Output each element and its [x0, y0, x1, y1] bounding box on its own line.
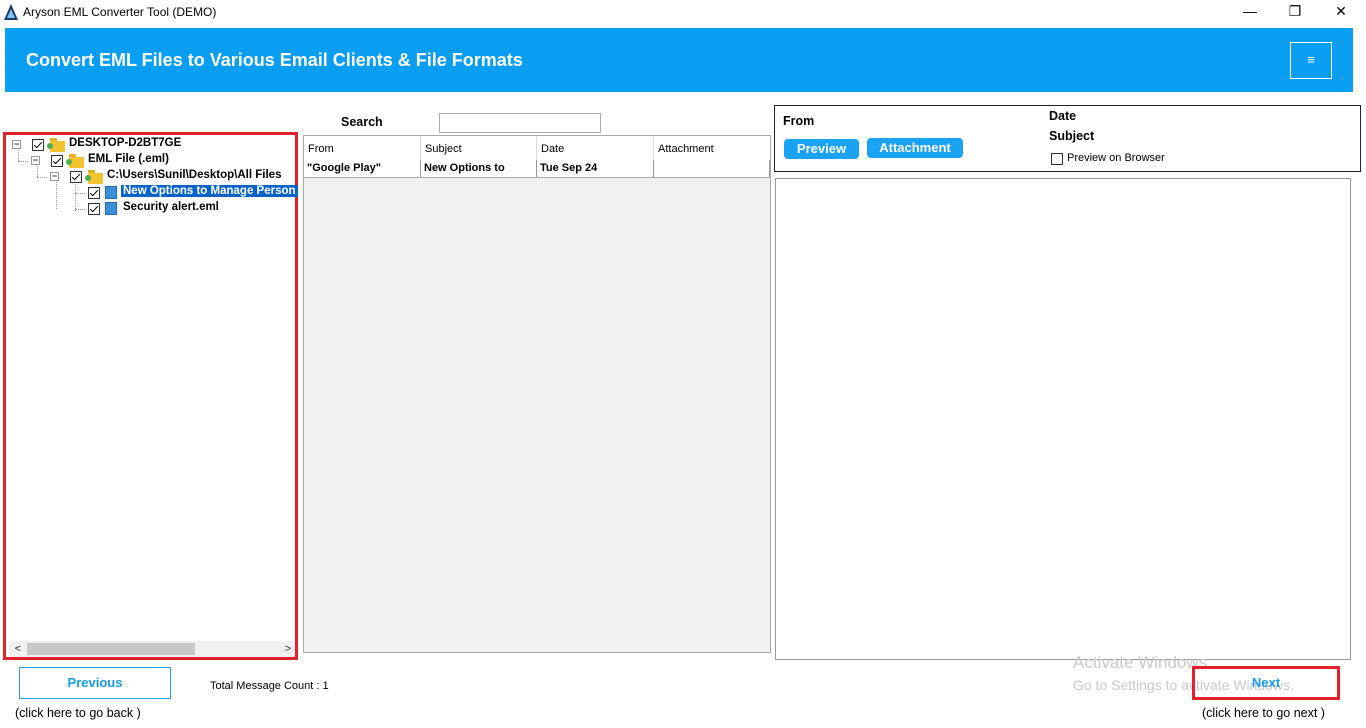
tree-checkbox[interactable]: [88, 203, 100, 215]
back-hint: (click here to go back ): [15, 706, 141, 720]
cell-from: "Google Play": [304, 160, 421, 177]
search-label: Search: [341, 115, 383, 129]
message-preview-pane[interactable]: [775, 178, 1351, 660]
preview-on-browser-label: Preview on Browser: [1067, 152, 1165, 164]
column-header-subject[interactable]: Subject: [421, 136, 537, 160]
cell-subject: New Options to: [421, 160, 537, 177]
cell-attachment: [654, 160, 770, 177]
tree-node-label: DESKTOP-D2BT7GE: [69, 137, 182, 149]
collapse-icon[interactable]: −: [50, 172, 59, 181]
preview-on-browser-checkbox[interactable]: [1051, 153, 1063, 165]
email-file-icon: [105, 202, 117, 215]
from-label: From: [783, 114, 815, 128]
close-button[interactable]: ✕: [1318, 0, 1364, 24]
scroll-left-icon[interactable]: <: [11, 642, 25, 656]
folder-tree-panel[interactable]: − DESKTOP-D2BT7GE − EML File (.eml) − C:…: [3, 132, 298, 660]
activation-watermark-title: Activate Windows: [1073, 653, 1208, 672]
title-bar: Aryson EML Converter Tool (DEMO) — ❐ ✕: [0, 0, 1366, 26]
next-button[interactable]: Next: [1192, 666, 1340, 700]
search-input[interactable]: [439, 113, 601, 133]
tree-checkbox[interactable]: [88, 187, 100, 199]
menu-button[interactable]: ≡: [1290, 42, 1332, 79]
message-list[interactable]: From Subject Date Attachment "Google Pla…: [303, 135, 771, 653]
tree-node-label: New Options to Manage Person: [121, 185, 298, 197]
app-logo-icon: [4, 4, 18, 20]
subject-label: Subject: [1049, 129, 1095, 143]
minimize-button[interactable]: —: [1227, 0, 1273, 24]
total-message-count: Total Message Count : 1: [210, 680, 329, 692]
folder-icon: [85, 170, 103, 184]
collapse-icon[interactable]: −: [31, 156, 40, 165]
hamburger-icon: ≡: [1307, 52, 1315, 67]
tree-checkbox[interactable]: [51, 155, 63, 167]
tree-checkbox[interactable]: [70, 171, 82, 183]
window-title: Aryson EML Converter Tool (DEMO): [23, 5, 217, 19]
cell-date: Tue Sep 24: [537, 160, 654, 177]
email-file-icon: [105, 186, 117, 199]
collapse-icon[interactable]: −: [12, 140, 21, 149]
scroll-right-icon[interactable]: >: [281, 642, 295, 656]
tree-node-label: Security alert.eml: [123, 201, 219, 213]
list-header: From Subject Date Attachment: [304, 136, 770, 161]
tree-node-label: C:\Users\Sunil\Desktop\All Files: [107, 169, 282, 181]
column-header-date[interactable]: Date: [537, 136, 654, 160]
column-header-attachment[interactable]: Attachment: [654, 136, 770, 160]
column-header-from[interactable]: From: [304, 136, 421, 160]
preview-button[interactable]: Preview: [784, 139, 859, 159]
table-row[interactable]: "Google Play" New Options to Tue Sep 24: [304, 160, 770, 178]
folder-icon: [47, 138, 65, 152]
tree-node-label: EML File (.eml): [88, 153, 169, 165]
scroll-thumb[interactable]: [27, 643, 195, 655]
banner-title: Convert EML Files to Various Email Clien…: [26, 50, 523, 70]
date-label: Date: [1049, 109, 1077, 123]
next-hint: (click here to go next ): [1202, 706, 1325, 720]
folder-icon: [66, 154, 84, 168]
attachment-button[interactable]: Attachment: [867, 138, 963, 158]
restore-button[interactable]: ❐: [1272, 0, 1318, 24]
header-banner: Convert EML Files to Various Email Clien…: [5, 28, 1353, 92]
horizontal-scrollbar[interactable]: < >: [9, 641, 295, 657]
preview-header: From Date Subject Preview Attachment Pre…: [774, 105, 1361, 172]
previous-button[interactable]: Previous: [19, 667, 171, 699]
tree-checkbox[interactable]: [32, 139, 44, 151]
